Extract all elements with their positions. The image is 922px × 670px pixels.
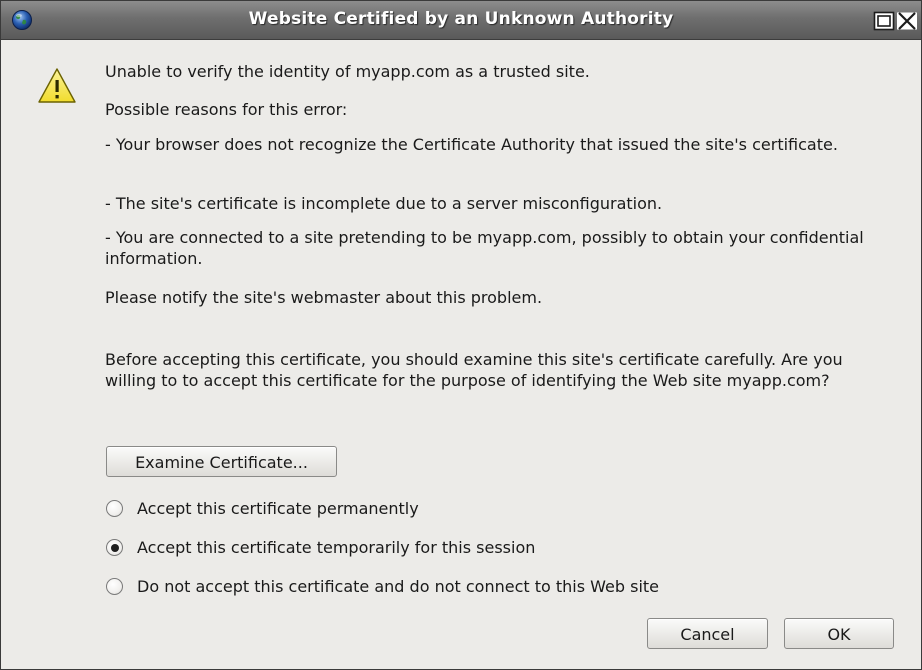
radio-button[interactable] xyxy=(106,539,123,556)
question-text: Before accepting this certificate, you s… xyxy=(105,350,843,390)
maximize-icon[interactable] xyxy=(873,11,895,31)
window-controls xyxy=(873,11,917,31)
radio-button[interactable] xyxy=(106,578,123,595)
title-bar[interactable]: Website Certified by an Unknown Authorit… xyxy=(1,1,921,40)
radio-label: Accept this certificate permanently xyxy=(137,499,419,518)
window-title: Website Certified by an Unknown Authorit… xyxy=(248,9,674,29)
examine-certificate-button[interactable]: Examine Certificate... xyxy=(106,446,337,477)
radio-button[interactable] xyxy=(106,500,123,517)
radio-label: Accept this certificate temporarily for … xyxy=(137,538,536,557)
option-accept-permanently[interactable]: Accept this certificate permanently xyxy=(106,497,526,521)
reason-item: - The site's certificate is incomplete d… xyxy=(105,194,663,213)
cancel-button[interactable]: Cancel xyxy=(647,618,768,649)
radio-label: Do not accept this certificate and do no… xyxy=(137,577,660,596)
certificate-dialog: Website Certified by an Unknown Authorit… xyxy=(0,0,922,670)
notify-text: Please notify the site's webmaster about… xyxy=(105,288,543,307)
close-icon[interactable] xyxy=(897,12,917,30)
headline-text: Unable to verify the identity of myapp.c… xyxy=(105,62,590,81)
dialog-body: Unable to verify the identity of myapp.c… xyxy=(1,40,921,669)
option-do-not-accept[interactable]: Do not accept this certificate and do no… xyxy=(106,575,826,599)
reason-item: - Your browser does not recognize the Ce… xyxy=(105,135,838,154)
reason-item: - You are connected to a site pretending… xyxy=(105,228,864,268)
option-accept-temporarily[interactable]: Accept this certificate temporarily for … xyxy=(106,536,666,560)
ok-button[interactable]: OK xyxy=(784,618,894,649)
warning-triangle-icon xyxy=(38,68,76,103)
reasons-intro: Possible reasons for this error: xyxy=(105,100,348,119)
